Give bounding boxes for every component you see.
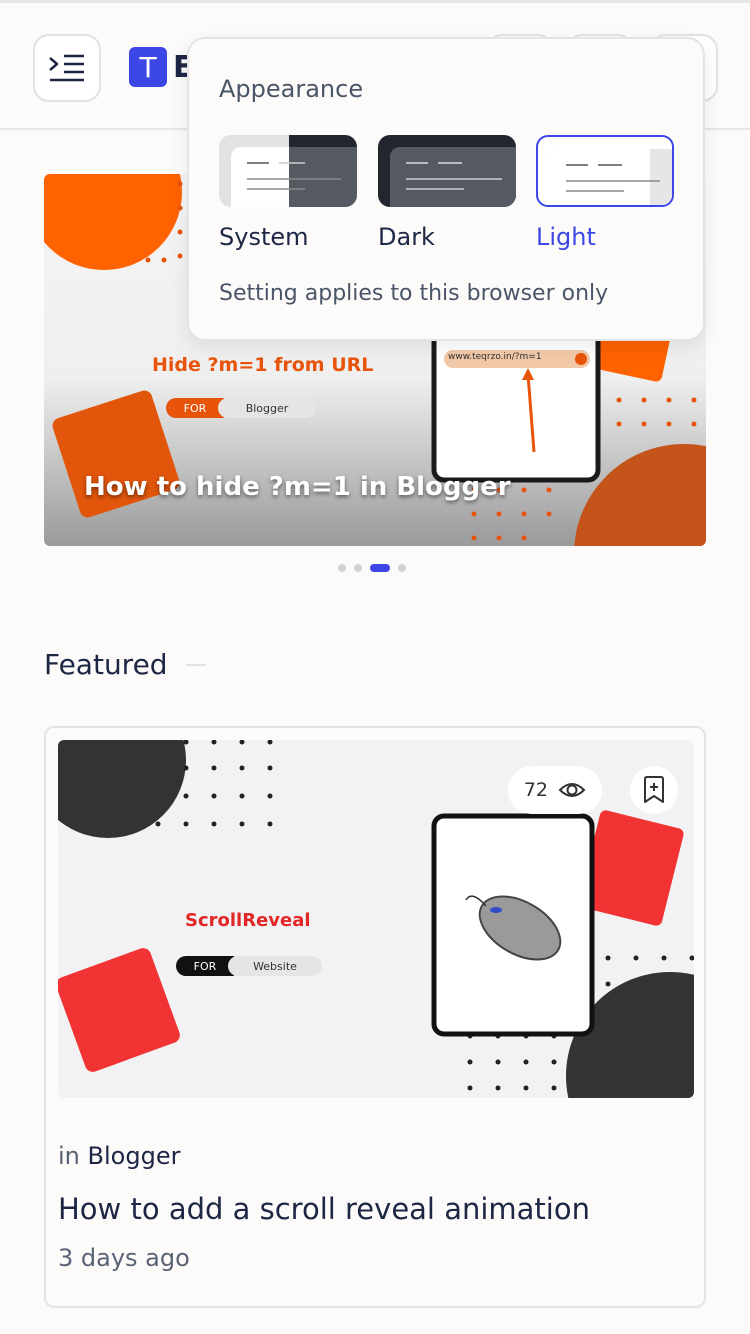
thumb-pill-category: Website: [228, 956, 322, 976]
menu-indent-icon: [49, 54, 84, 82]
view-count-value: 72: [523, 779, 548, 801]
menu-button[interactable]: [33, 34, 101, 102]
thumb-pill: FOR Website: [176, 956, 322, 976]
featured-heading-label: Featured: [44, 648, 168, 681]
theme-label-dark: Dark: [378, 223, 435, 251]
bookmark-button[interactable]: [630, 766, 678, 814]
site-logo[interactable]: T E: [129, 47, 194, 87]
theme-preview-dark: [378, 135, 516, 207]
theme-option-light[interactable]: Light: [536, 135, 674, 251]
slider-dot-1[interactable]: [338, 564, 346, 572]
thumb-pill-for: FOR: [176, 956, 234, 976]
slide-pill-for: FOR: [166, 398, 224, 418]
slide-thumb-pill: FOR Blogger: [166, 398, 316, 418]
post-title[interactable]: How to add a scroll reveal animation: [58, 1192, 590, 1226]
theme-label-system: System: [219, 223, 309, 251]
post-category-prefix: in: [58, 1142, 80, 1170]
slider-dot-2[interactable]: [354, 564, 362, 572]
dark-preview-lines: [406, 162, 502, 190]
featured-heading: Featured: [44, 648, 206, 681]
theme-preview-system: [219, 135, 357, 207]
theme-label-light: Light: [536, 223, 596, 251]
bookmark-add-icon: [644, 776, 664, 803]
logo-mark: T: [129, 47, 167, 87]
slider-dot-3[interactable]: [370, 564, 390, 572]
light-preview-lines: [566, 164, 660, 192]
slide-url-text: www.teqrzo.in/?m=1: [448, 352, 542, 362]
slide-pill-category: Blogger: [218, 398, 316, 418]
view-count: 72: [507, 766, 602, 814]
theme-preview-light: [536, 135, 674, 207]
eye-icon: [558, 783, 586, 797]
post-thumbnail[interactable]: ScrollReveal FOR Website 72: [58, 740, 694, 1098]
appearance-popup: Appearance System Dark Light Setting app…: [187, 37, 705, 341]
appearance-title: Appearance: [219, 75, 364, 103]
post-category: in Blogger: [58, 1142, 180, 1170]
slider-dot-4[interactable]: [398, 564, 406, 572]
slide-title[interactable]: How to hide ?m=1 in Blogger: [84, 472, 511, 502]
heading-divider: [185, 663, 206, 666]
slide-thumb-heading: Hide ?m=1 from URL: [152, 354, 374, 376]
post-date: 3 days ago: [58, 1244, 190, 1272]
theme-option-system[interactable]: System: [219, 135, 357, 251]
featured-post-card[interactable]: ScrollReveal FOR Website 72 in Blogger H…: [44, 726, 706, 1308]
post-category-link[interactable]: Blogger: [88, 1142, 181, 1170]
slider-pagination: [338, 564, 406, 572]
appearance-note: Setting applies to this browser only: [219, 281, 609, 306]
system-preview-lines: [247, 162, 341, 190]
thumb-heading: ScrollReveal: [185, 910, 311, 931]
theme-option-dark[interactable]: Dark: [378, 135, 516, 251]
